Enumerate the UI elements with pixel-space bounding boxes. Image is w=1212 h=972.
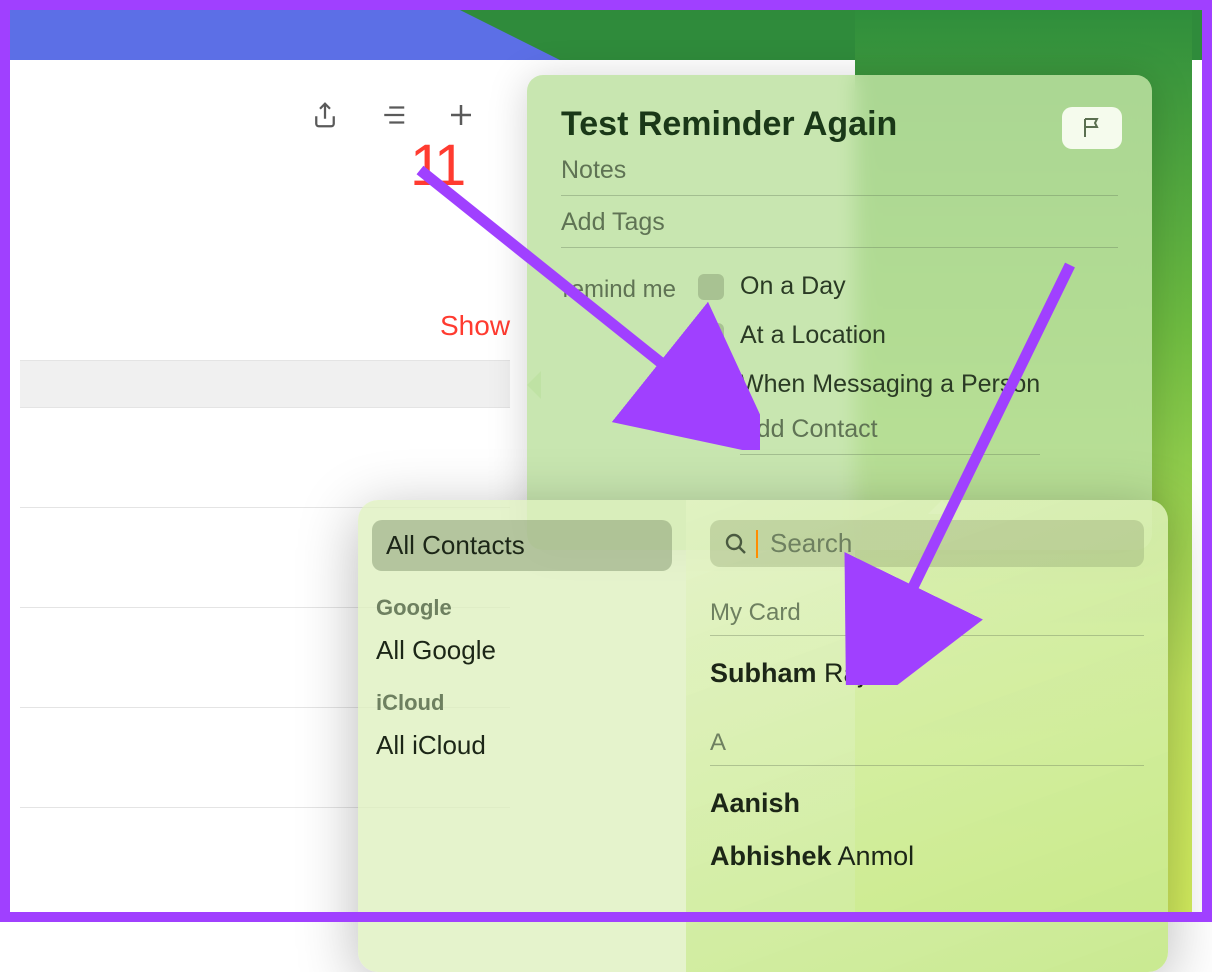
checkbox-unchecked-icon bbox=[698, 274, 724, 300]
reminder-row[interactable] bbox=[20, 408, 510, 508]
option-on-a-day[interactable]: On a Day bbox=[698, 272, 1040, 301]
contact-my-card[interactable]: Subham Raj bbox=[710, 658, 1144, 689]
sidebar-all-contacts[interactable]: All Contacts bbox=[372, 520, 672, 571]
option-on-a-day-label: On a Day bbox=[740, 272, 846, 301]
section-letter-a: A bbox=[710, 729, 1144, 766]
text-cursor bbox=[756, 530, 758, 558]
option-when-messaging-label: When Messaging a Person bbox=[740, 370, 1040, 399]
contacts-picker-popover: All Contacts Google All Google iCloud Al… bbox=[358, 500, 1168, 972]
reminder-title[interactable]: Test Reminder Again bbox=[561, 105, 1118, 144]
contact-first-name: Aanish bbox=[710, 788, 800, 818]
flag-icon bbox=[1080, 116, 1104, 140]
add-contact-field[interactable]: Add Contact bbox=[740, 415, 1040, 455]
toolbar bbox=[310, 100, 476, 130]
checkbox-checked-icon bbox=[698, 372, 724, 398]
contact-last-name: Raj bbox=[824, 658, 865, 688]
reminders-window: Show Test Reminder Again Notes Add Tags … bbox=[10, 60, 1202, 912]
contact-row[interactable]: Aanish bbox=[710, 788, 1144, 819]
option-when-messaging[interactable]: When Messaging a Person bbox=[698, 370, 1040, 399]
add-icon[interactable] bbox=[446, 100, 476, 130]
contacts-list-pane: My Card Subham Raj A Aanish Abhishek Anm… bbox=[686, 500, 1168, 972]
flag-button[interactable] bbox=[1062, 107, 1122, 149]
notes-field[interactable]: Notes bbox=[561, 144, 1118, 196]
sidebar-group-google-label: Google bbox=[372, 595, 672, 621]
option-at-location-label: At a Location bbox=[740, 321, 886, 350]
sidebar-item-all-google[interactable]: All Google bbox=[372, 635, 672, 666]
contact-first-name: Subham bbox=[710, 658, 817, 688]
share-icon[interactable] bbox=[310, 100, 340, 130]
contacts-sidebar: All Contacts Google All Google iCloud Al… bbox=[358, 500, 686, 972]
checkbox-unchecked-icon bbox=[698, 323, 724, 349]
sidebar-group-icloud-label: iCloud bbox=[372, 690, 672, 716]
search-input[interactable] bbox=[770, 528, 1130, 559]
reminder-edit-popover: Test Reminder Again Notes Add Tags remin… bbox=[527, 75, 1152, 550]
reminder-row-selected[interactable] bbox=[20, 360, 510, 408]
contact-first-name: Abhishek bbox=[710, 841, 832, 871]
contact-last-name: Anmol bbox=[838, 841, 915, 871]
remind-me-label: remind me bbox=[561, 272, 676, 455]
tags-field[interactable]: Add Tags bbox=[561, 196, 1118, 248]
contacts-search[interactable] bbox=[710, 520, 1144, 567]
section-my-card: My Card bbox=[710, 599, 1144, 636]
option-at-location[interactable]: At a Location bbox=[698, 321, 1040, 350]
search-icon bbox=[724, 532, 748, 556]
sidebar-item-all-icloud[interactable]: All iCloud bbox=[372, 730, 672, 761]
list-view-icon[interactable] bbox=[378, 100, 408, 130]
show-completed-link[interactable]: Show bbox=[440, 310, 510, 342]
annotation-step-number: 11 bbox=[410, 132, 462, 199]
contact-row[interactable]: Abhishek Anmol bbox=[710, 841, 1144, 872]
